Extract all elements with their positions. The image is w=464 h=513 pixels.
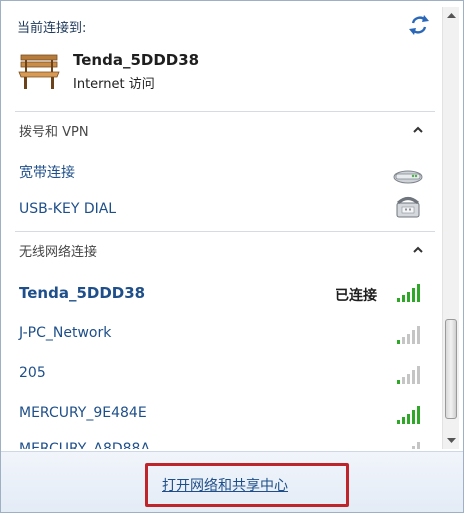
wifi-network-item[interactable]: MERCURY_9E484E (19, 405, 147, 421)
current-network-name: Tenda_5DDD38 (73, 51, 200, 69)
connection-item-usb-key-dial[interactable]: USB-KEY DIAL (19, 201, 116, 217)
open-network-sharing-center-link[interactable]: 打开网络和共享中心 (162, 475, 288, 495)
scroll-up-arrow-icon[interactable] (443, 7, 460, 24)
refresh-icon[interactable] (407, 14, 431, 36)
vertical-scrollbar[interactable] (442, 7, 459, 449)
signal-strength-icon (397, 284, 420, 302)
network-flyout: 当前连接到: Tenda_5DDD38 Internet 访问 拨号和 VPN (0, 0, 464, 513)
connection-item-broadband[interactable]: 宽带连接 (19, 162, 75, 182)
scrollbar-thumb[interactable] (445, 319, 457, 419)
scroll-down-arrow-icon[interactable] (443, 432, 460, 449)
wifi-network-item[interactable]: 205 (19, 365, 46, 381)
current-connection-title: 当前连接到: (17, 21, 87, 36)
divider (15, 111, 435, 112)
signal-strength-icon (397, 406, 420, 424)
wireless-section-label: 无线网络连接 (19, 245, 98, 260)
signal-strength-icon (397, 326, 420, 344)
footer-bar: 打开网络和共享中心 (1, 451, 463, 512)
dialup-phone-icon (396, 197, 420, 218)
highlight-box: 打开网络和共享中心 (145, 463, 349, 507)
dialup-section-label: 拨号和 VPN (19, 125, 89, 140)
collapse-chevron-icon[interactable] (411, 125, 425, 135)
signal-strength-icon (412, 442, 420, 449)
collapse-chevron-icon[interactable] (411, 245, 425, 255)
modem-icon (393, 170, 423, 184)
wifi-network-item[interactable]: J-PC_Network (19, 325, 111, 341)
bench-icon (18, 54, 60, 89)
wifi-network-item[interactable]: MERCURY_A8D88A (19, 441, 150, 449)
wifi-network-item[interactable]: Tenda_5DDD38 (19, 284, 145, 302)
current-connection: 当前连接到: Tenda_5DDD38 Internet 访问 (7, 7, 439, 109)
current-access-status: Internet 访问 (73, 77, 155, 92)
connected-status: 已连接 (335, 288, 377, 304)
network-list-area: 当前连接到: Tenda_5DDD38 Internet 访问 拨号和 VPN (7, 7, 439, 449)
divider (15, 231, 435, 232)
signal-strength-icon (397, 366, 420, 384)
